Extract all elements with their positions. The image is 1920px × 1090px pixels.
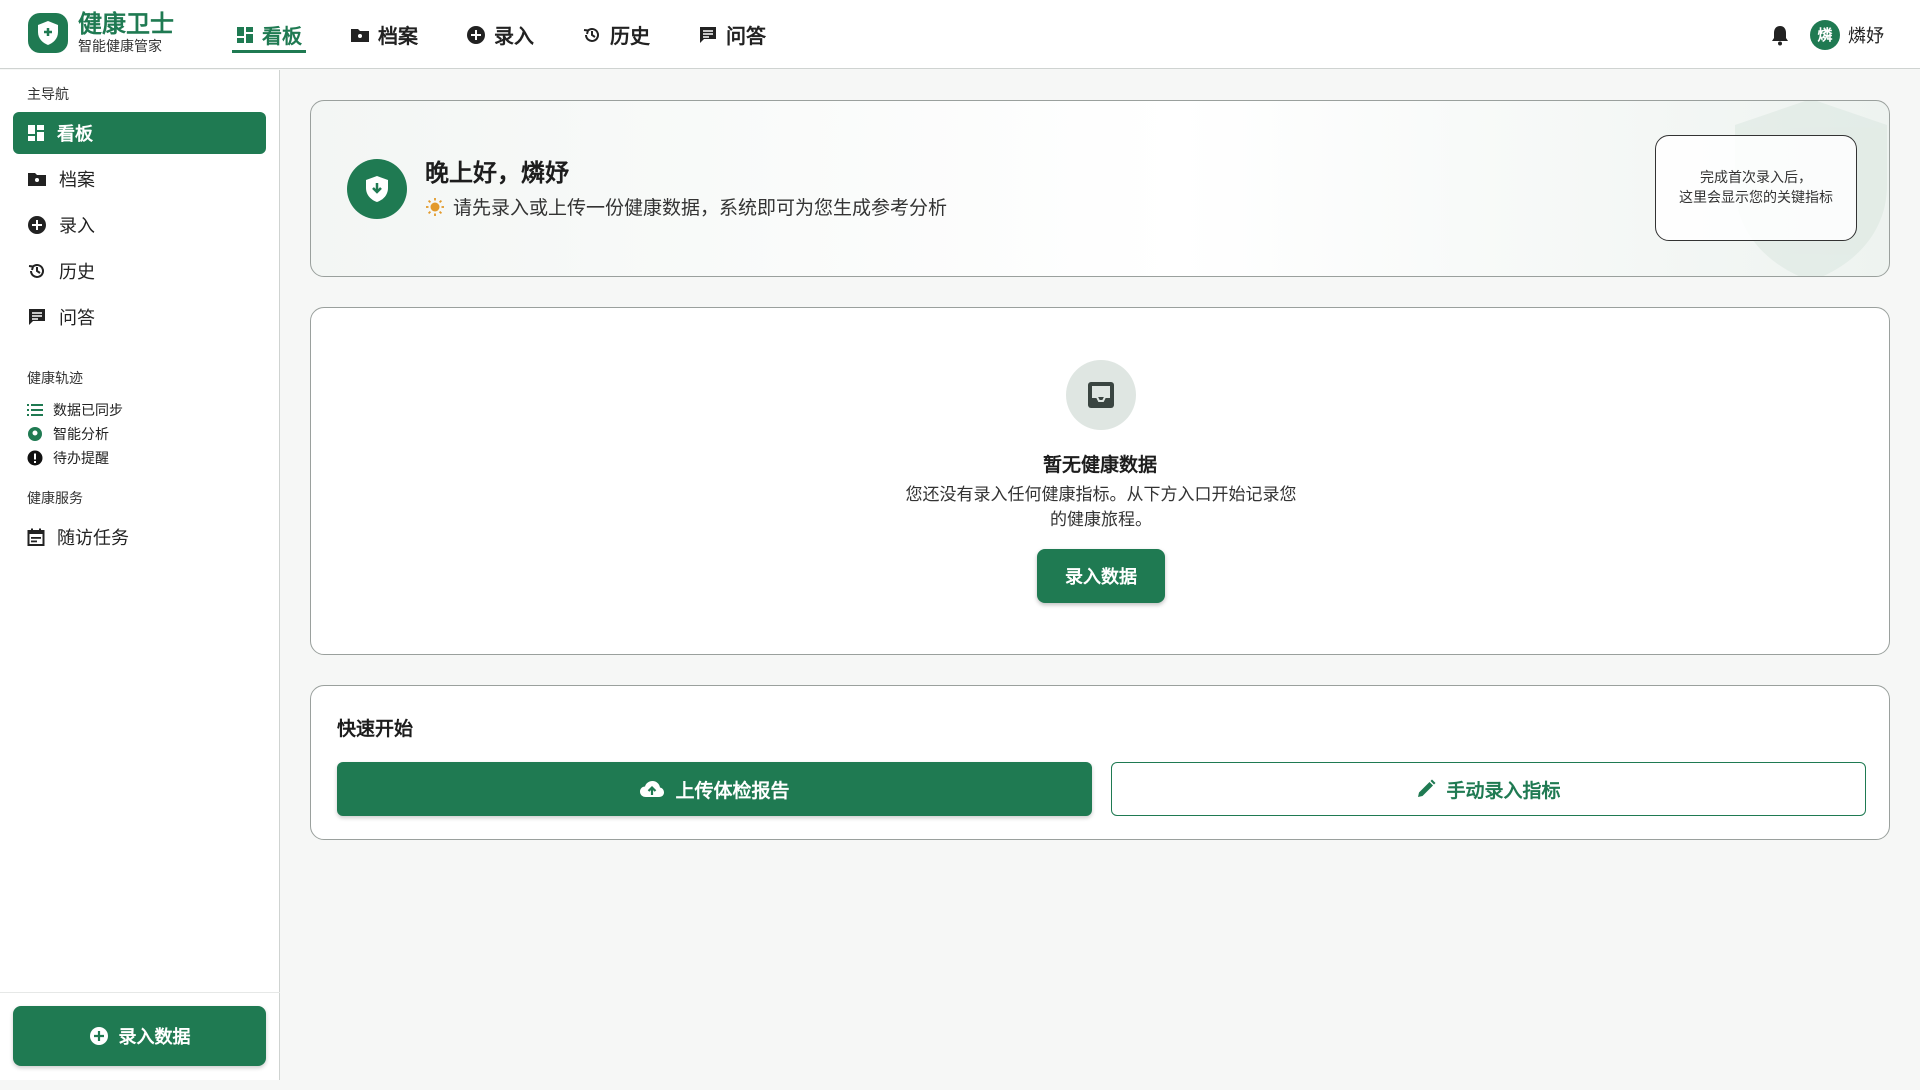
metrics-hint-line2: 这里会显示您的关键指标 xyxy=(1679,190,1833,206)
sidebar-item-label: 档案 xyxy=(59,170,95,191)
avatar[interactable]: 燐 xyxy=(1810,19,1840,50)
sidebar-item-entry[interactable]: 录入 xyxy=(13,204,266,246)
sidebar-item-profile[interactable]: 档案 xyxy=(13,158,266,200)
shield-add-icon xyxy=(347,159,407,219)
bell-icon[interactable] xyxy=(1770,24,1790,46)
metrics-hint-line1: 完成首次录入后， xyxy=(1700,170,1812,186)
topnav-profile[interactable]: 档案 xyxy=(346,0,422,69)
greeting-subtitle: 请先录入或上传一份健康数据，系统即可为您生成参考分析 xyxy=(453,197,948,219)
sidebar-item-label: 历史 xyxy=(59,262,95,283)
sidebar: 主导航 看板 档案 录入 历史 问答 健康轨迹 数据已同步 智能分析 待办提醒 … xyxy=(0,70,280,1080)
quick-start-card: 快速开始 上传体检报告 手动录入指标 xyxy=(310,685,1890,840)
metrics-placeholder: 完成首次录入后， 这里会显示您的关键指标 xyxy=(1655,135,1857,241)
sidebar-cta-label: 录入数据 xyxy=(118,1027,191,1048)
topnav-entry-label: 录入 xyxy=(494,24,534,48)
track-item-label: 数据已同步 xyxy=(53,403,123,419)
username[interactable]: 燐妤 xyxy=(1848,22,1884,48)
topnav-profile-label: 档案 xyxy=(378,24,418,48)
topnav-dashboard-label: 看板 xyxy=(262,24,302,48)
sidebar-item-dashboard[interactable]: 看板 xyxy=(13,112,266,154)
top-nav: 看板 档案 录入 历史 问答 xyxy=(232,0,810,69)
brand[interactable]: 健康卫士 智能健康管家 xyxy=(28,10,174,56)
sidebar-item-history[interactable]: 历史 xyxy=(13,250,266,292)
empty-state-card: 暂无健康数据 您还没有录入任何健康指标。从下方入口开始记录您的健康旅程。 录入数… xyxy=(310,307,1890,655)
add-circle-icon xyxy=(89,1027,108,1045)
sidebar-item-qa[interactable]: 问答 xyxy=(13,296,266,338)
chat-icon xyxy=(700,26,716,43)
topnav-history-label: 历史 xyxy=(610,24,650,48)
brand-subtitle: 智能健康管家 xyxy=(78,39,162,55)
manual-entry-button[interactable]: 手动录入指标 xyxy=(1111,762,1866,816)
add-circle-icon xyxy=(28,216,46,234)
history-icon xyxy=(28,263,44,278)
shield-logo-icon xyxy=(28,13,68,53)
track-item-synced[interactable]: 数据已同步 xyxy=(27,400,123,420)
sidebar-divider xyxy=(0,992,280,993)
list-icon xyxy=(27,404,43,416)
topnav-dashboard[interactable]: 看板 xyxy=(232,0,306,69)
empty-state-description: 您还没有录入任何健康指标。从下方入口开始记录您的健康旅程。 xyxy=(905,485,1297,530)
empty-state-title: 暂无健康数据 xyxy=(1042,454,1157,476)
inbox-icon xyxy=(1066,360,1136,430)
topnav-entry[interactable]: 录入 xyxy=(462,0,538,69)
track-item-label: 待办提醒 xyxy=(53,451,109,467)
dashboard-icon xyxy=(237,26,253,43)
sidebar-item-followup[interactable]: 随访任务 xyxy=(13,516,266,558)
quick-start-title: 快速开始 xyxy=(337,718,414,740)
upload-report-button[interactable]: 上传体检报告 xyxy=(337,762,1092,816)
track-item-reminders[interactable]: 待办提醒 xyxy=(27,448,109,468)
topnav-qa-label: 问答 xyxy=(726,24,766,48)
upload-report-label: 上传体检报告 xyxy=(675,779,790,802)
calendar-icon xyxy=(27,528,45,546)
topnav-history[interactable]: 历史 xyxy=(578,0,654,69)
track-item-analysis[interactable]: 智能分析 xyxy=(27,424,109,444)
add-data-button[interactable]: 录入数据 xyxy=(1037,549,1165,603)
manual-entry-label: 手动录入指标 xyxy=(1446,779,1561,802)
folder-icon xyxy=(28,173,46,186)
top-bar: 健康卫士 智能健康管家 看板 档案 录入 历史 问答 燐 燐妤 xyxy=(0,0,1920,69)
chat-icon xyxy=(29,309,45,325)
sidebar-item-label: 随访任务 xyxy=(57,528,129,549)
alert-icon xyxy=(27,450,43,466)
add-circle-icon xyxy=(467,25,485,44)
greeting-card: 晚上好，燐妤 请先录入或上传一份健康数据，系统即可为您生成参考分析 完成首次录入… xyxy=(310,100,1890,277)
sidebar-item-label: 问答 xyxy=(59,308,95,329)
sidebar-section-track: 健康轨迹 xyxy=(27,371,83,387)
greeting-title: 晚上好，燐妤 xyxy=(425,159,569,187)
sidebar-add-data-button[interactable]: 录入数据 xyxy=(13,1006,266,1066)
cloud-upload-icon xyxy=(640,781,665,797)
greeting-subtitle-row: 请先录入或上传一份健康数据，系统即可为您生成参考分析 xyxy=(425,193,947,220)
sidebar-item-label: 录入 xyxy=(59,216,95,237)
sidebar-section-service: 健康服务 xyxy=(27,491,83,507)
history-icon xyxy=(583,27,599,42)
pencil-icon xyxy=(1418,779,1436,797)
psychology-icon xyxy=(28,427,42,441)
folder-icon xyxy=(351,28,369,42)
brand-title: 健康卫士 xyxy=(78,10,174,38)
sidebar-section-main: 主导航 xyxy=(27,87,69,103)
topnav-qa[interactable]: 问答 xyxy=(694,0,770,69)
sidebar-item-label: 看板 xyxy=(57,124,93,145)
sun-icon xyxy=(426,197,444,216)
dashboard-icon xyxy=(28,125,44,141)
track-item-label: 智能分析 xyxy=(53,427,109,443)
